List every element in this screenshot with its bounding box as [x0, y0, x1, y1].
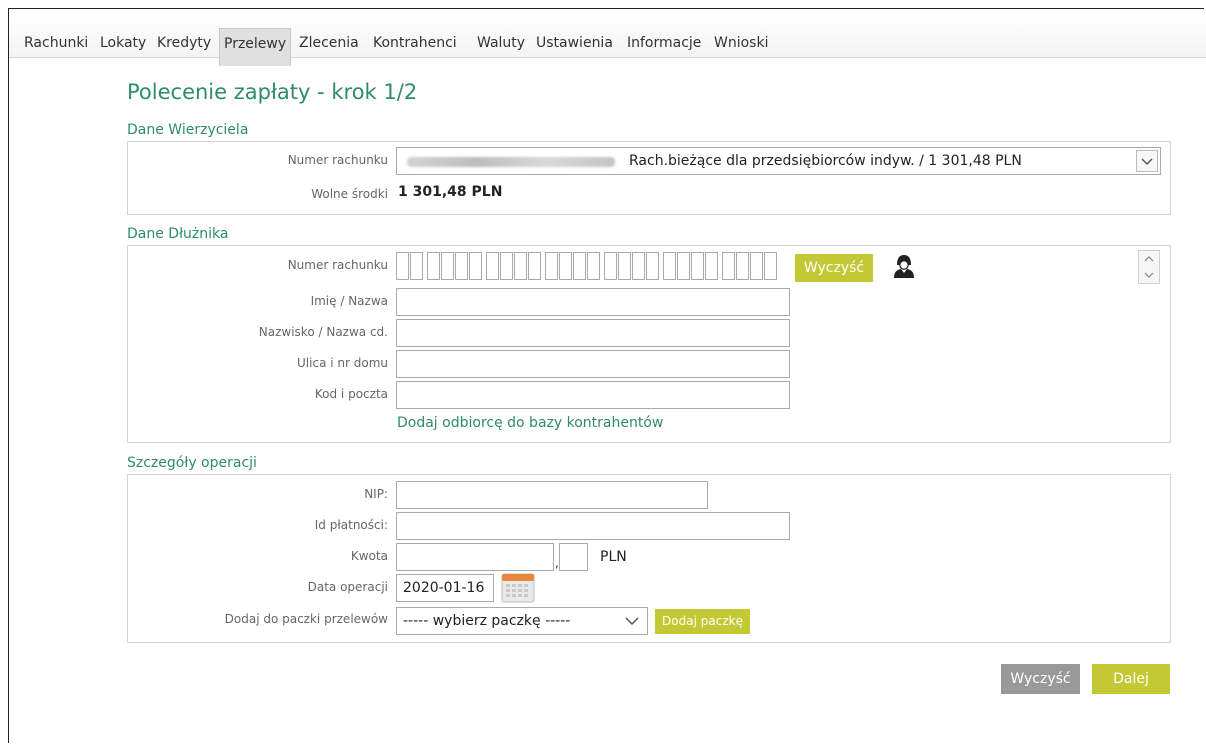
nip-label: NIP: — [364, 487, 388, 501]
account-digit-cell[interactable] — [677, 252, 690, 280]
debtor-surname-label: Nazwisko / Nazwa cd. — [258, 325, 388, 339]
debtor-account-input[interactable] — [396, 252, 778, 280]
tab-kontrahenci[interactable]: Kontrahenci — [369, 28, 461, 68]
creditor-funds-label: Wolne środki — [311, 187, 388, 201]
account-digit-cell[interactable] — [604, 252, 617, 280]
account-digit-cell[interactable] — [396, 252, 409, 280]
date-value: 2020-01-16 — [403, 580, 485, 596]
account-digit-cell[interactable] — [486, 252, 499, 280]
account-digit-cell[interactable] — [514, 252, 527, 280]
amount-cents-input[interactable] — [559, 543, 588, 571]
tab-lokaty[interactable]: Lokaty — [96, 28, 150, 68]
account-digit-cell[interactable] — [587, 252, 600, 280]
scroll-stepper[interactable] — [1138, 250, 1160, 284]
account-digit-cell[interactable] — [750, 252, 763, 280]
payment-id-input[interactable] — [396, 512, 790, 540]
account-digit-cell[interactable] — [500, 252, 513, 280]
creditor-funds-value: 1 301,48 PLN — [398, 184, 503, 200]
tab-informacje[interactable]: Informacje — [623, 28, 705, 68]
batch-select[interactable]: ----- wybierz paczkę ----- — [396, 607, 648, 635]
currency-label: PLN — [600, 549, 627, 565]
debtor-street-label: Ulica i nr domu — [297, 356, 388, 370]
account-digit-cell[interactable] — [559, 252, 572, 280]
chevron-down-icon — [623, 611, 641, 640]
account-digit-cell[interactable] — [663, 252, 676, 280]
tab-zlecenia[interactable]: Zlecenia — [295, 28, 363, 68]
add-batch-button[interactable]: Dodaj paczkę — [655, 609, 750, 634]
account-digit-cell[interactable] — [691, 252, 704, 280]
top-navigation: Rachunki Lokaty Kredyty Przelewy Zleceni… — [9, 9, 1206, 66]
account-digit-cell[interactable] — [469, 252, 482, 280]
account-digit-cell[interactable] — [528, 252, 541, 280]
account-digit-cell[interactable] — [618, 252, 631, 280]
tab-waluty[interactable]: Waluty — [473, 28, 529, 68]
account-digit-cell[interactable] — [427, 252, 440, 280]
debtor-account-label: Numer rachunku — [287, 258, 388, 272]
tab-wnioski[interactable]: Wnioski — [710, 28, 772, 68]
creditor-section-heading: Dane Wierzyciela — [127, 122, 249, 138]
account-digit-cell[interactable] — [545, 252, 558, 280]
account-digit-cell[interactable] — [705, 252, 718, 280]
contact-person-icon[interactable] — [893, 253, 915, 279]
add-contractor-link[interactable]: Dodaj odbiorcę do bazy kontrahentów — [397, 415, 663, 431]
chevron-up-down-icon — [1144, 256, 1154, 278]
debtor-postal-input[interactable] — [396, 381, 790, 409]
creditor-account-select[interactable]: Rach.bieżące dla przedsiębiorców indyw. … — [396, 147, 1161, 175]
amount-whole-input[interactable] — [396, 543, 554, 571]
account-digit-cell[interactable] — [441, 252, 454, 280]
debtor-name-input[interactable] — [396, 288, 790, 316]
tab-ustawienia[interactable]: Ustawienia — [532, 28, 617, 68]
debtor-postal-label: Kod i poczta — [314, 387, 388, 401]
debtor-name-label: Imię / Nazwa — [310, 294, 388, 308]
account-digit-cell[interactable] — [573, 252, 586, 280]
account-digit-cell[interactable] — [736, 252, 749, 280]
batch-label: Dodaj do paczki przelewów — [224, 612, 388, 626]
debtor-section-heading: Dane Dłużnika — [127, 226, 229, 242]
account-digit-cell[interactable] — [646, 252, 659, 280]
tab-rachunki[interactable]: Rachunki — [20, 28, 92, 68]
account-digit-cell[interactable] — [722, 252, 735, 280]
chevron-down-icon — [1136, 150, 1158, 172]
account-digit-cell[interactable] — [764, 252, 777, 280]
creditor-account-label: Numer rachunku — [287, 153, 388, 167]
next-button[interactable]: Dalej — [1092, 664, 1170, 694]
calendar-icon[interactable] — [500, 572, 536, 604]
date-input[interactable]: 2020-01-16 — [396, 574, 494, 602]
debtor-surname-input[interactable] — [396, 319, 790, 347]
tab-przelewy[interactable]: Przelewy — [219, 28, 292, 66]
batch-selected-value: ----- wybierz paczkę ----- — [403, 613, 571, 629]
debtor-clear-button[interactable]: Wyczyść — [795, 254, 873, 282]
debtor-street-input[interactable] — [396, 350, 790, 378]
payment-id-label: Id płatności: — [314, 518, 388, 532]
nip-input[interactable] — [396, 481, 708, 509]
page-title: Polecenie zapłaty - krok 1/2 — [127, 80, 418, 104]
date-label: Data operacji — [307, 580, 388, 594]
account-digit-cell[interactable] — [455, 252, 468, 280]
creditor-account-value: Rach.bieżące dla przedsiębiorców indyw. … — [629, 153, 1022, 169]
account-digit-cell[interactable] — [410, 252, 423, 280]
clear-button[interactable]: Wyczyść — [1001, 664, 1080, 694]
tab-kredyty[interactable]: Kredyty — [153, 28, 215, 68]
amount-label: Kwota — [350, 549, 388, 563]
details-section-heading: Szczegóły operacji — [127, 455, 257, 471]
account-digit-cell[interactable] — [632, 252, 645, 280]
masked-account-number — [407, 157, 615, 167]
